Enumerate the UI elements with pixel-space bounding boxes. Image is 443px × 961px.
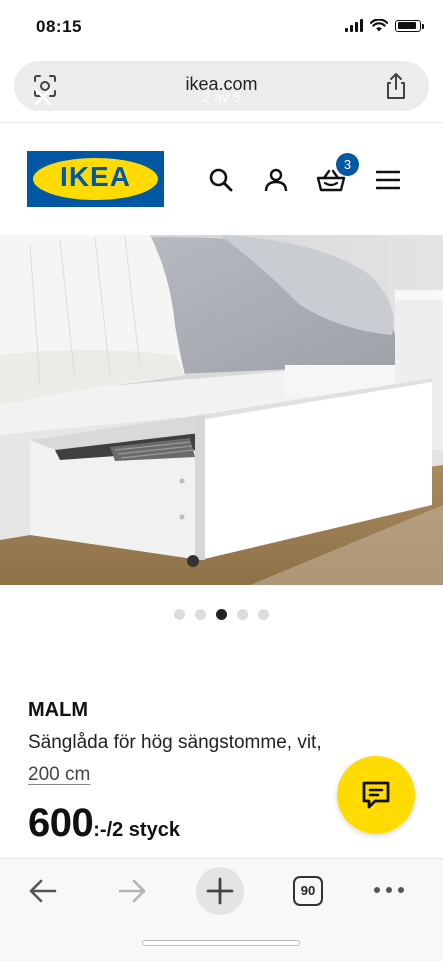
cellular-signal-icon [345, 19, 363, 32]
chat-icon [362, 781, 390, 809]
battery-icon [395, 19, 424, 32]
carousel-dot[interactable] [258, 609, 269, 620]
price-value: 600 [28, 801, 94, 845]
product-photo [0, 235, 443, 585]
overlay-counter: 2 av 5 [202, 89, 241, 105]
status-icons [345, 19, 424, 32]
wifi-icon [370, 19, 388, 32]
price-suffix: :-/2 styck [93, 819, 180, 841]
product-name: MALM [28, 699, 88, 721]
product-size-link[interactable]: 200 cm [28, 764, 90, 786]
share-icon[interactable] [383, 72, 409, 100]
status-time: 08:15 [36, 17, 82, 36]
carousel-dot[interactable] [216, 609, 227, 620]
battery-level [397, 22, 417, 29]
carousel-dot[interactable] [237, 609, 248, 620]
carousel-dots[interactable] [0, 609, 443, 620]
ikea-logo[interactable]: IKEA [27, 151, 164, 207]
search-icon[interactable] [208, 167, 234, 193]
product-image[interactable] [0, 235, 443, 585]
tabs-button[interactable]: 90 [293, 876, 323, 906]
site-header: IKEA 3 [0, 122, 443, 233]
back-arrow-icon[interactable] [27, 875, 59, 907]
price: 600 :-/2 styck [28, 801, 180, 846]
logo-text: IKEA [60, 161, 131, 192]
more-icon[interactable] [372, 883, 406, 897]
forward-arrow-icon[interactable] [116, 875, 148, 907]
carousel-dot[interactable] [174, 609, 185, 620]
url-bar[interactable]: ikea.com 2 av 5 [14, 61, 429, 111]
carousel-dot[interactable] [195, 609, 206, 620]
chat-button[interactable] [337, 756, 415, 834]
menu-icon[interactable] [376, 170, 400, 190]
close-overlay-icon[interactable] [32, 86, 54, 108]
new-tab-button[interactable] [196, 867, 244, 915]
status-bar: 08:15 [0, 0, 443, 56]
account-icon[interactable] [263, 167, 289, 193]
cart-count-badge: 3 [336, 153, 359, 176]
new-tab-plus-icon [206, 877, 234, 905]
home-indicator[interactable] [142, 940, 300, 946]
product-description: Sänglåda för hög sängstomme, vit, [28, 732, 322, 753]
